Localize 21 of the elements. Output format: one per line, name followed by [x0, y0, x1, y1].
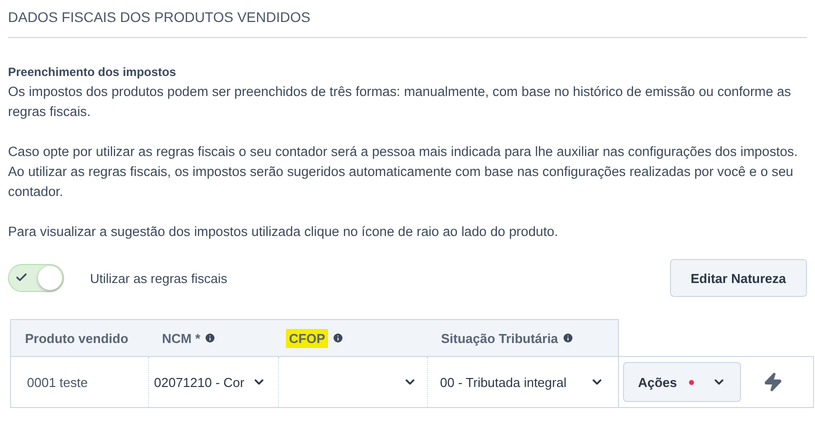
edit-button[interactable]: Editar Natureza: [670, 259, 807, 297]
column-header: Produto vendido: [25, 330, 128, 348]
info-heading: Preenchimento dos impostos: [8, 65, 178, 79]
column-header: Situação Tributária: [441, 330, 558, 348]
toggle-switch[interactable]: [8, 264, 64, 292]
info-icon[interactable]: [204, 332, 216, 344]
table-cell: 0001 teste: [27, 374, 88, 390]
lightning-icon[interactable]: [763, 372, 784, 392]
info-paragraph: Para visualizar a sugestão dos impostos utilizada clique no ícone de raio ao lado do produto.: [8, 223, 560, 241]
section-title: DADOS FISCAIS DOS PRODUTOS VENDIDOS: [8, 9, 807, 38]
info-paragraph: Caso opte por utilizar as regras fiscais o seu contador será a pessoa mais indicada para lhe auxiliar nas configurações dos impostos. Ao utilizar as regras fiscais, os impostos serão sugeridos automaticamente com base nas configurações realizadas por você e o seu contador.: [8, 143, 799, 201]
actions-button[interactable]: Ações: [623, 362, 742, 402]
column-header: CFOP: [286, 328, 328, 348]
toggle-label: Utilizar as regras fiscais: [90, 270, 228, 286]
info-icon[interactable]: [332, 332, 344, 344]
info-icon[interactable]: [562, 332, 574, 344]
info-paragraph: Os impostos dos produtos podem ser preenchidos de três formas: manualmente, com base no histórico de emissão ou conforme as regras fiscais.: [8, 83, 792, 121]
situacao-select[interactable]: 00 - Tributada integral: [428, 374, 618, 390]
check-icon: [15, 271, 28, 284]
column-header: NCM *: [162, 330, 200, 348]
ncm-select[interactable]: 02071210 - Cor: [149, 374, 278, 390]
